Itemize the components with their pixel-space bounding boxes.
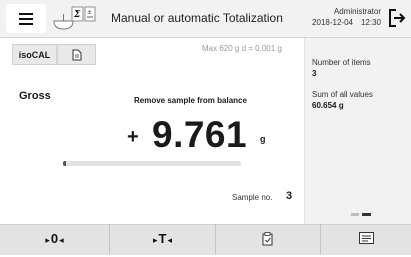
date-time: 2018-12-04 12:30 <box>312 17 381 28</box>
arrow-right-icon: ◂ <box>167 234 172 245</box>
weight-value: 9.761 <box>152 114 248 155</box>
menu-button[interactable] <box>6 4 46 33</box>
arrow-left-icon: ▸ <box>45 234 50 245</box>
user-name: Administrator <box>333 7 381 16</box>
svg-text:±: ± <box>87 9 92 16</box>
isocal-button[interactable]: isoCAL <box>12 44 57 65</box>
time: 12:30 <box>360 18 381 27</box>
date: 2018-12-04 <box>312 18 353 27</box>
page-indicator-1[interactable] <box>351 213 359 216</box>
document-icon <box>72 49 81 61</box>
max-capacity-info: Max 620 g d = 0.001 g <box>202 44 282 53</box>
logout-icon[interactable] <box>387 8 407 28</box>
svg-text:Σ: Σ <box>73 10 81 20</box>
weight-mode-label: Gross <box>19 90 51 102</box>
zero-button[interactable]: ▸0◂ <box>0 224 110 254</box>
page-indicator-2[interactable] <box>362 213 371 216</box>
sum-value: 60.654 g <box>312 101 344 110</box>
tare-label: T <box>158 231 167 246</box>
items-label: Number of items <box>312 58 371 67</box>
capacity-bar-fill <box>63 161 66 166</box>
app-title: Manual or automatic Totalization <box>111 11 283 25</box>
instruction-text: Remove sample from balance <box>134 96 247 105</box>
clipboard-button[interactable] <box>216 224 321 254</box>
sample-number: 3 <box>286 190 293 202</box>
print-report-button[interactable] <box>321 224 411 254</box>
arrow-right-icon: ◂ <box>59 234 64 245</box>
sum-label: Sum of all values <box>312 90 373 99</box>
zero-label: 0 <box>50 231 59 246</box>
document-button[interactable] <box>57 44 96 65</box>
sample-label: Sample no. <box>232 193 273 202</box>
print-report-icon <box>358 232 374 244</box>
weight-sign: + <box>127 126 139 148</box>
user-info: Administrator 2018-12-04 12:30 <box>312 6 381 28</box>
items-value: 3 <box>312 69 317 78</box>
capacity-bar <box>63 161 241 166</box>
tare-button[interactable]: ▸T◂ <box>110 224 216 254</box>
arrow-left-icon: ▸ <box>152 234 158 245</box>
clipboard-check-icon <box>262 232 273 246</box>
totalization-scale-sigma-icon: Σ ± <box>53 6 96 30</box>
weight-unit: g <box>260 134 266 144</box>
